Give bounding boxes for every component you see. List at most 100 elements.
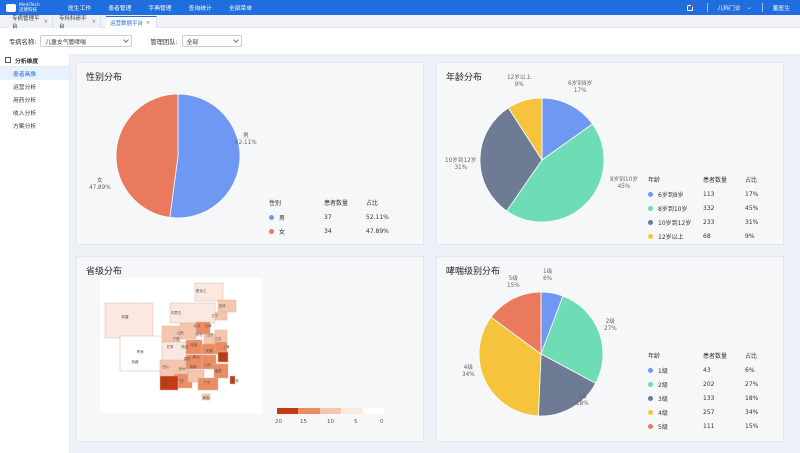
scale-swatch [319,408,342,414]
logo-line2: 迈德科技 [19,7,37,13]
chevron-down-icon[interactable]: ⌄ [747,5,752,11]
tab-operations-platform[interactable]: 运营数据平台 × [106,16,157,28]
province-title: 省级分布 [86,267,123,277]
nav-all-menu[interactable]: 全部菜单 [229,3,252,12]
legend-row-level1: 1级 43 6% [648,363,785,377]
age-label-10to12: 10岁到12岁 31% [445,158,477,171]
gender-slice-1[interactable] [169,93,241,219]
legend-header: 患者数量 [703,177,728,184]
close-icon[interactable]: × [44,19,48,25]
province-label: 黑龙江 [196,288,207,293]
department-selector[interactable]: 儿科门诊 [718,3,741,12]
province-label: 宁夏 [173,336,180,341]
legend-dot [269,228,274,234]
sidebar-item-operations[interactable]: 运营分析 [0,80,69,93]
legend-header: 年龄 [648,353,661,360]
legend-header: 患者数量 [703,353,728,360]
scale-tick: 5 [354,419,358,425]
gender-label-female: 女 47.89% [89,178,111,191]
province-label: 北京 [194,323,201,328]
legend-dot [648,381,653,387]
scale-swatch [341,408,363,414]
legend-row-level3: 3级 133 18% [648,391,785,405]
disease-select[interactable]: 儿童支气管哮喘 [40,35,133,47]
user-name[interactable]: 董医生 [773,3,790,12]
province-label: 湖北 [193,354,200,359]
team-select-value: 全部 [186,39,199,46]
nav-query-statistics[interactable]: 查询统计 [189,3,212,12]
nav-patient-management[interactable]: 患者管理 [108,3,131,12]
team-label: 管理团队: [150,38,178,46]
tab-strip: 专病管理平台 × 专科科研平台 × 运营数据平台 × [0,15,800,30]
tab-label: 运营数据平台 [110,20,144,27]
legend-dot [648,233,653,239]
legend-header: 性别 [269,200,282,207]
app-window: MediTech 迈德科技 医生工作 患者管理 字典管理 查询统计 全部菜单 儿科… [0,0,800,453]
tab-research-platform[interactable]: 专科科研平台 × [55,16,101,30]
legend-dot [648,205,653,211]
age-label-8to10: 8岁到10岁 45% [610,177,638,190]
legend-header: 占比 [745,353,758,360]
tab-disease-platform[interactable]: 专病管理平台 × [8,16,53,30]
province-label: 浙江 [219,353,226,358]
close-icon[interactable]: × [92,19,96,25]
close-icon[interactable]: × [146,20,150,26]
asthma-label-5: 5级 15% [507,276,520,289]
nav-doctor-work[interactable]: 医生工作 [68,3,91,12]
nav-dictionary-management[interactable]: 字典管理 [148,3,171,12]
legend-row-12plus: 12岁以上 68 9% [648,229,785,243]
legend-row-level5: 5级 111 15% [648,419,785,433]
bell-icon[interactable] [686,3,694,11]
province-label: 云南 [161,380,168,385]
scale-swatch [277,408,299,414]
province-label: 天津 [205,323,212,328]
notification-dot [690,3,694,7]
sidebar-item-plan[interactable]: 方案分析 [0,119,69,132]
legend-row-8to10: 8岁到10岁 332 45% [648,201,785,215]
team-select[interactable]: 全部 [181,35,242,47]
province-label: 青海 [137,349,144,354]
sidebar-item-income[interactable]: 收入分析 [0,106,69,119]
legend-row-10to12: 10岁到12岁 233 31% [648,215,785,229]
province-label: 湖南 [190,364,197,369]
province-label: 江西 [204,362,211,367]
province-label: 贵州 [179,366,186,371]
province-label: 台湾 [232,378,239,383]
province-region[interactable] [104,302,154,339]
province-label: 四川 [163,365,170,369]
province-label: 西藏 [132,359,139,364]
asthma-label-2: 2级 27% [604,319,617,332]
legend-row-male: 男 37 52.11% [269,210,406,224]
province-label: 广东 [204,380,211,385]
asthma-card: 哮喘级别分布 1级 6% 2级 27% 3级 18% 4级 34% 5级 15% 年龄 患者… [436,256,784,442]
chevron-down-icon [123,36,130,43]
dashboard-area: 性别分布 男 52.11% 女 47.89% 性别 患者数量 占比 男 37 52.11% … [70,54,800,453]
legend-header: 患者数量 [324,200,349,207]
asthma-legend: 年龄 患者数量 占比 1级 43 6% 2级 202 27% 3级 133 18% 4级 257 3… [648,348,785,433]
legend-header: 占比 [366,200,379,207]
age-card: 年龄分布 6岁到8岁 17% 8岁到10岁 45% 10岁到12岁 31% 12岁以上… [436,62,784,245]
legend-row-level2: 2级 202 27% [648,377,785,391]
sidebar-item-medication[interactable]: 用药分析 [0,93,69,106]
province-card: 省级分布 黑龙江 吉林 辽宁 北京 天津 河北 内蒙古 山西 山东 河南 江苏 安徽 上海 湖北 浙江 湖南 江… [76,256,424,442]
legend-dot [648,219,653,225]
province-label: 内蒙古 [171,310,182,315]
gender-label-male: 男 52.11% [235,133,257,146]
filter-bar: 专病名称: 儿童支气管哮喘 管理团队: 全部 [0,28,800,54]
user-area: 儿科门诊 ⌄ 董医生 [686,0,800,15]
heatmap-scale-bar [277,408,385,414]
china-map: 黑龙江吉林辽宁北京 天津河北 内蒙古山西 山东河南 江苏安徽 上海湖北 浙江湖南 江西福建广东… [104,282,239,401]
province-label: 海南 [203,395,210,400]
province-heatmap: 黑龙江 吉林 辽宁 北京 天津 河北 内蒙古 山西 山东 河南 江苏 安徽 上海 湖北 浙江 湖南 江西 福建 广东… [100,278,262,413]
gender-slice-2[interactable] [115,93,179,218]
province-label: 重庆 [184,356,191,361]
legend-dot [648,423,653,429]
sidebar-item-patient-profile[interactable]: 患者画像 [0,67,69,80]
province-label: 辽宁 [212,313,219,318]
province-label: 吉林 [219,303,226,308]
scale-swatch [362,408,385,414]
asthma-label-1: 1级 6% [543,269,553,282]
legend-dot [648,367,653,373]
scale-tick: 10 [327,419,334,425]
scale-swatch [298,408,320,414]
